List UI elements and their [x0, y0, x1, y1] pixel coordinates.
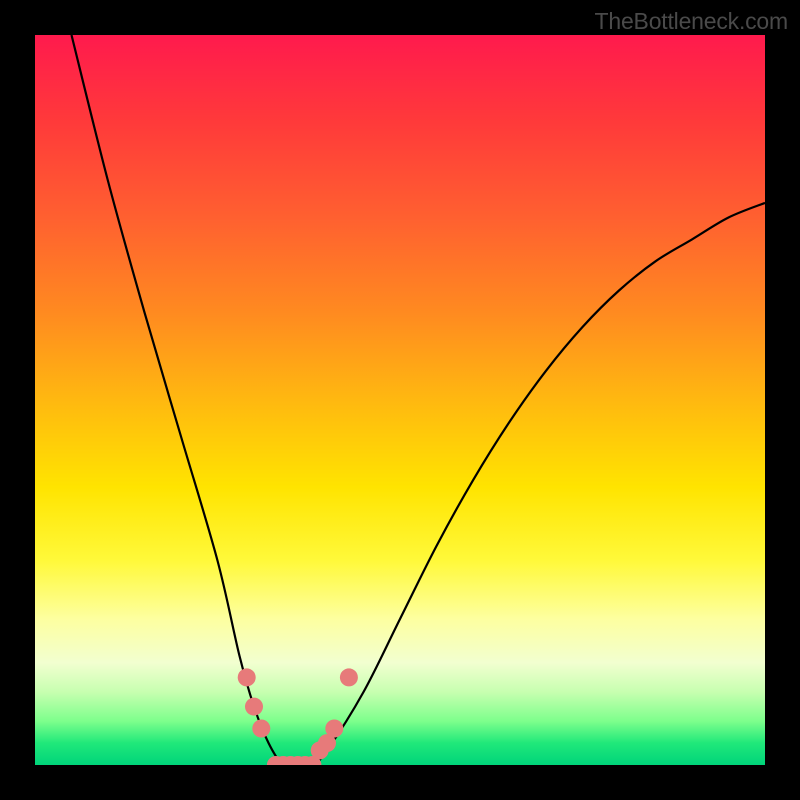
- watermark-text: TheBottleneck.com: [595, 8, 788, 35]
- marker-dot: [245, 698, 263, 716]
- marker-dot: [252, 720, 270, 738]
- marker-dot: [238, 668, 256, 686]
- marker-dot: [340, 668, 358, 686]
- bottleneck-curve: [72, 35, 766, 765]
- marker-layer: [238, 668, 358, 765]
- chart-svg: [35, 35, 765, 765]
- chart-container: TheBottleneck.com: [0, 0, 800, 800]
- curve-layer: [72, 35, 766, 765]
- plot-area: [35, 35, 765, 765]
- marker-dot: [325, 720, 343, 738]
